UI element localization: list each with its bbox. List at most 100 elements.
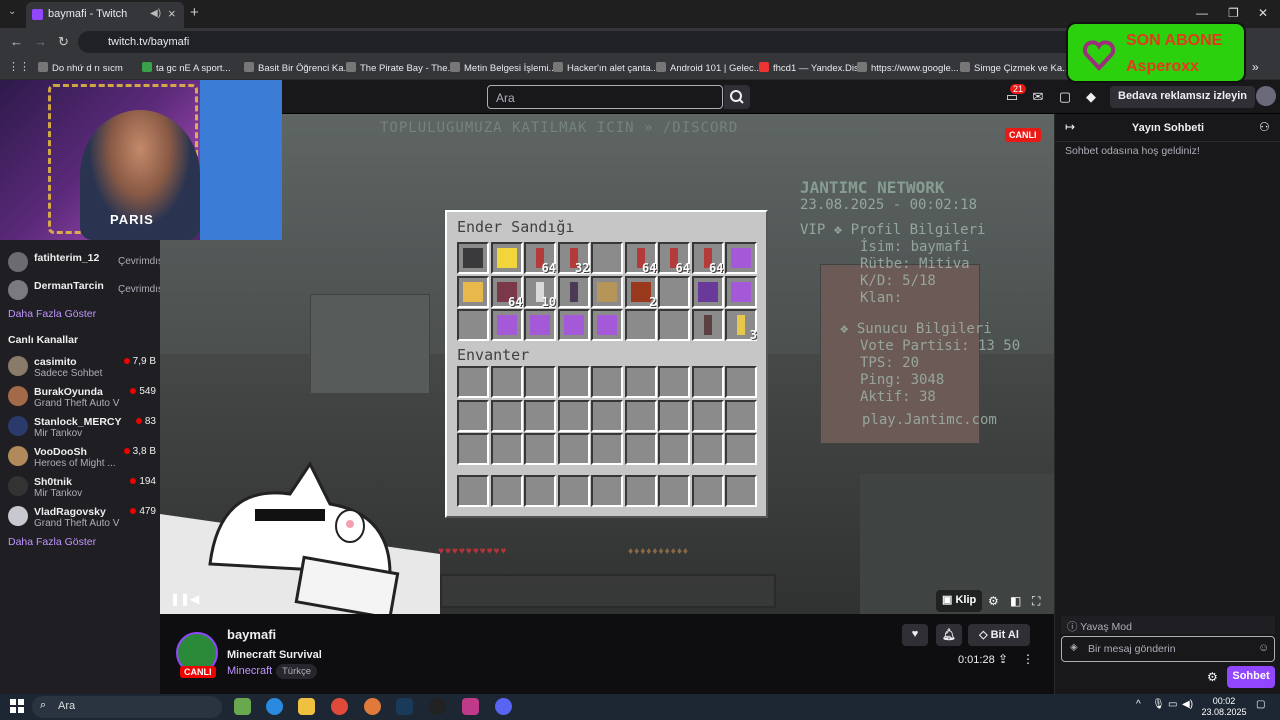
bookmark-item[interactable]: Simge Çizmek ve Ka... (960, 62, 1070, 74)
inventory-slot[interactable] (691, 433, 724, 465)
browser-tab[interactable]: baymafi - Twitch ◀) × (26, 2, 184, 28)
settings-icon[interactable]: ⚙ (988, 594, 999, 608)
maximize-icon[interactable]: ❐ (1228, 6, 1239, 20)
chest-slot[interactable] (691, 309, 724, 341)
chest-slot[interactable]: 2 (624, 275, 657, 309)
chest-slot[interactable]: 64 (691, 242, 724, 275)
inventory-slot[interactable] (691, 366, 724, 398)
inventory-slot[interactable] (490, 433, 523, 465)
speaker-icon[interactable]: ◀) (1182, 699, 1193, 710)
inventory-slot[interactable] (524, 366, 556, 398)
hotbar-slot[interactable] (591, 474, 623, 507)
chest-slot[interactable] (457, 275, 489, 308)
bookmark-item[interactable]: fhcd1 — Yandex.Disk (759, 62, 863, 74)
chest-slot[interactable] (490, 242, 523, 274)
game-link[interactable]: Minecraft (227, 665, 272, 677)
hotbar-slot[interactable] (658, 474, 690, 507)
chest-slot[interactable] (725, 275, 757, 308)
live-channel[interactable]: Stanlock_MERCY Mir Tankov 83 (8, 414, 158, 440)
bookmark-item[interactable]: Do nhứ d rı sıcm (38, 62, 123, 74)
followed-channel[interactable]: fatihterim_12 Çevrimdışı (8, 250, 166, 276)
chat-users-icon[interactable]: ⚇ (1259, 120, 1270, 134)
clip-button[interactable]: ▣ Klip (936, 590, 983, 612)
chest-slot[interactable] (591, 309, 623, 341)
chrome-app-icon[interactable] (331, 698, 348, 715)
chrome-active-app-icon[interactable] (364, 698, 381, 715)
inventory-slot[interactable] (557, 366, 590, 398)
network-icon[interactable]: ▭ (1168, 699, 1177, 710)
url-field[interactable]: twitch.tv/baymafi (78, 31, 1238, 53)
instagram-app-icon[interactable] (462, 698, 479, 715)
live-channel[interactable]: Sh0tnik Mir Tankov 194 (8, 474, 158, 500)
show-more-followed-link[interactable]: Daha Fazla Göster (8, 308, 96, 320)
chat-send-button[interactable]: Sohbet (1227, 666, 1275, 688)
inventory-slot[interactable] (691, 399, 724, 432)
tray-expand-icon[interactable]: ^ (1136, 699, 1141, 710)
inventory-slot[interactable] (591, 399, 623, 432)
live-channel[interactable]: VladRagovsky Grand Theft Auto V 479 (8, 504, 158, 530)
notification-bell-button[interactable]: 🔔︎ (936, 624, 962, 646)
new-tab-icon[interactable]: + (190, 4, 199, 21)
inventory-slot[interactable] (557, 433, 590, 465)
hotbar-slot[interactable] (457, 474, 489, 507)
chest-slot[interactable] (457, 309, 489, 341)
notification-center-icon[interactable]: ▢ (1256, 699, 1265, 710)
chest-slot[interactable]: 64 (490, 275, 523, 309)
taskbar-search[interactable]: ⌕ Ara (32, 696, 222, 718)
edge-app-icon[interactable] (266, 698, 283, 715)
windows-start-icon[interactable] (10, 699, 24, 713)
language-tag[interactable]: Türkçe (276, 664, 318, 679)
hotbar-slot[interactable] (490, 474, 523, 507)
chest-slot[interactable] (557, 309, 590, 341)
chest-slot[interactable] (557, 275, 590, 308)
bookmark-item[interactable]: Android 101 | Gelec... (656, 62, 762, 74)
live-channel[interactable]: BurakOyunda Grand Theft Auto V 549 (8, 384, 158, 410)
hotbar-slot[interactable] (624, 474, 657, 507)
get-bits-button[interactable]: ◇ Bit Al (968, 624, 1030, 646)
emote-icon[interactable]: ☺ (1258, 642, 1269, 654)
search-button[interactable] (724, 85, 750, 109)
inventory-slot[interactable] (524, 433, 556, 465)
search-input[interactable]: Ara (487, 85, 723, 109)
more-bookmarks-icon[interactable]: » (1252, 60, 1259, 74)
live-channel[interactable]: casimito Sadece Sohbet 7,9 B (8, 354, 158, 380)
system-clock[interactable]: 00:02 23.08.2025 (1196, 696, 1252, 718)
chest-slot[interactable]: 32 (557, 242, 590, 275)
hotbar-slot[interactable] (691, 474, 724, 507)
share-icon[interactable]: ⇪ (998, 652, 1008, 666)
theatre-mode-icon[interactable]: ◧ (1010, 594, 1021, 608)
hotbar-slot[interactable] (524, 474, 556, 507)
tab-list-icon[interactable]: ⌄ (8, 6, 22, 20)
chest-slot[interactable]: 3 (725, 309, 757, 342)
microphone-icon[interactable]: 🎙︎ (1152, 699, 1165, 710)
user-avatar[interactable] (1256, 86, 1276, 106)
inventory-slot[interactable] (490, 366, 523, 398)
followed-channel[interactable]: DermanTarcin Çevrimdışı (8, 278, 166, 304)
volume-icon[interactable]: ◀ (190, 592, 199, 606)
inventory-slot[interactable] (457, 433, 489, 465)
inventory-slot[interactable] (524, 399, 556, 432)
chest-slot[interactable] (490, 309, 523, 341)
chest-slot[interactable]: 64 (524, 242, 556, 275)
inventory-slot[interactable] (591, 366, 623, 398)
file-explorer-icon[interactable] (298, 698, 315, 715)
chest-slot[interactable]: 64 (658, 242, 690, 275)
inventory-slot[interactable] (658, 433, 690, 465)
more-options-icon[interactable]: ⋮ (1022, 652, 1034, 666)
follow-button[interactable]: ♥ (902, 624, 928, 646)
crown-icon[interactable]: ◆ (1083, 89, 1099, 105)
chest-slot[interactable]: 64 (624, 242, 657, 275)
inventory-slot[interactable] (658, 399, 690, 432)
minimize-icon[interactable]: — (1196, 6, 1208, 20)
bookmark-item[interactable]: ta gc nE A sport... (142, 62, 230, 74)
channel-name[interactable]: baymafi (227, 627, 276, 642)
forward-icon[interactable]: → (34, 34, 47, 49)
inventory-slot[interactable] (557, 399, 590, 432)
chest-slot[interactable] (658, 309, 690, 341)
bits-icon[interactable]: ◈ (1070, 642, 1078, 653)
bookmark-item[interactable]: Basit Bir Öğrenci Ka... (244, 62, 351, 74)
chest-slot[interactable] (457, 242, 489, 274)
copilot-app-icon[interactable] (234, 698, 251, 715)
chest-slot[interactable] (524, 309, 556, 341)
hotbar-slot[interactable] (725, 474, 757, 507)
